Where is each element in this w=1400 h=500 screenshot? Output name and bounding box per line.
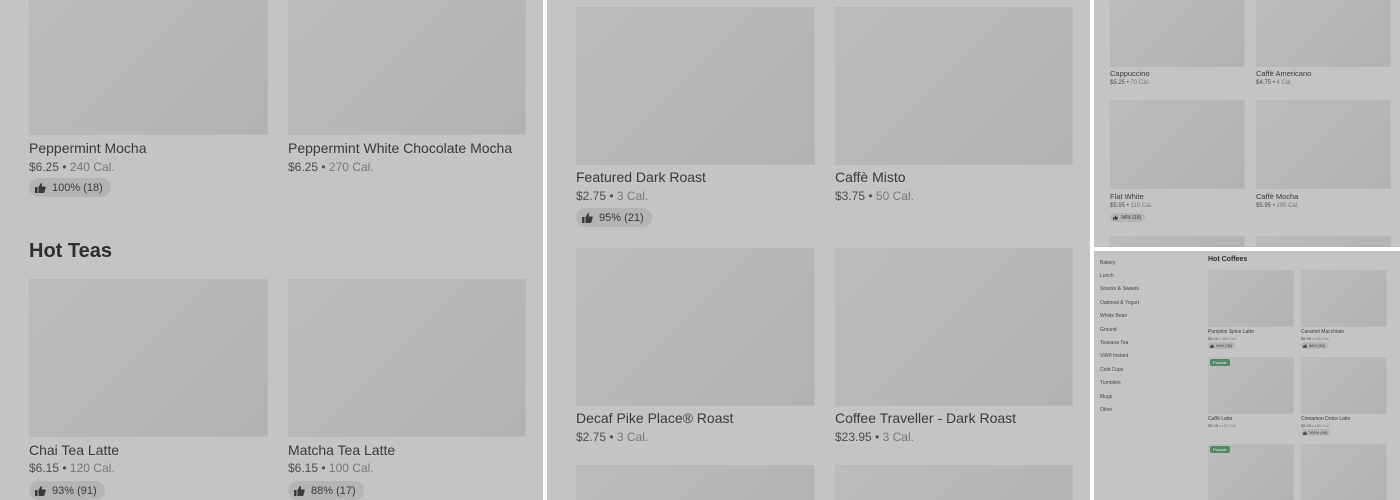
product-name: Caramel Macchiato [1301, 329, 1345, 335]
product-image [1110, 236, 1245, 247]
sidebar-item-tumblers[interactable]: Tumblers [1100, 380, 1121, 386]
sidebar-item-teavana[interactable]: Teavana Tea [1100, 340, 1128, 346]
product-meta: $5.95 • 190 Cal. [1301, 336, 1330, 341]
rating-badge: 93% (91) [29, 481, 105, 500]
product-meta: $3.75 • 50 Cal. [835, 189, 914, 203]
product-image [576, 465, 815, 500]
sidebar-item-snacks[interactable]: Snacks & Sweets [1100, 286, 1139, 292]
product-name: Caffè Latte [1208, 416, 1233, 422]
rating-badge: 95% (21) [576, 208, 652, 227]
product-image [1301, 270, 1387, 327]
menu-panel-hot-coffees: Bakery Lunch Snacks & Sweets Oatmeal & Y… [1094, 251, 1400, 500]
sidebar-item-whole-bean[interactable]: Whole Bean [1100, 313, 1127, 319]
product-image [1256, 236, 1391, 247]
product-image [29, 0, 268, 135]
sidebar-item-mugs[interactable]: Mugs [1100, 394, 1112, 400]
product-image [1110, 0, 1245, 67]
thumbs-up-icon [1303, 430, 1307, 435]
rating-badge: 98% (50) [1301, 342, 1329, 349]
product-meta: $5.25 • 150 Cal. [1208, 423, 1237, 428]
popular-badge: Popular [1210, 359, 1230, 366]
product-image [576, 7, 815, 165]
product-name: Cappuccino [1110, 69, 1150, 78]
product-meta: $4.75 • 4 Cal. [1256, 80, 1293, 86]
product-image [1301, 444, 1387, 500]
product-meta: $6.25 • 270 Cal. [288, 160, 374, 174]
product-meta: $6.25 • 180 Cal. [1301, 423, 1330, 428]
sidebar-item-oatmeal[interactable]: Oatmeal & Yogurt [1100, 300, 1139, 306]
product-image [288, 0, 526, 135]
product-image [1208, 270, 1294, 327]
product-image [1256, 100, 1391, 189]
sidebar-item-bakery[interactable]: Bakery [1100, 260, 1116, 266]
product-name: Flat White [1110, 192, 1144, 201]
thumbs-up-icon [1303, 343, 1307, 348]
rating-badge: 88% (17) [288, 481, 364, 500]
product-image [288, 279, 526, 437]
sidebar-item-via[interactable]: VIA® Instant [1100, 353, 1128, 359]
product-image [576, 248, 815, 406]
product-meta: $6.25 • 240 Cal. [29, 160, 115, 174]
rating-badge: 100% (46) [1301, 429, 1331, 436]
product-name: Chai Tea Latte [29, 442, 120, 458]
product-meta: $5.25 • 70 Cal. [1110, 80, 1150, 86]
menu-panel-espresso: Cappuccino $5.25 • 70 Cal. Caffè America… [1094, 0, 1400, 247]
sidebar-item-other[interactable]: Other [1100, 407, 1113, 413]
product-name: Peppermint Mocha [29, 140, 147, 156]
popular-badge: Popular [1210, 446, 1230, 453]
product-image [1301, 357, 1387, 414]
product-meta: $5.95 • 110 Cal. [1110, 203, 1153, 209]
thumbs-up-icon [35, 182, 46, 193]
product-image [1256, 0, 1391, 67]
sidebar-item-cold-cups[interactable]: Cold Cups [1100, 367, 1123, 373]
rating-badge: 94% (18) [1110, 213, 1146, 222]
thumbs-up-icon [582, 212, 593, 223]
thumbs-up-icon [1210, 343, 1214, 348]
product-name: Coffee Traveller - Dark Roast [835, 410, 1017, 426]
product-meta: $6.15 • 120 Cal. [29, 461, 115, 475]
product-name: Cinnamon Dolce Latte [1301, 416, 1351, 422]
product-meta: $2.75 • 3 Cal. [576, 430, 649, 444]
product-image [835, 7, 1073, 165]
menu-panel-teas: Peppermint Mocha $6.25 • 240 Cal. 100% (… [0, 0, 543, 500]
menu-panel-coffee: Featured Dark Roast $2.75 • 3 Cal. 95% (… [547, 0, 1090, 500]
product-name: Caffè Misto [835, 169, 906, 185]
product-name: Featured Dark Roast [576, 169, 706, 185]
sidebar-item-ground[interactable]: Ground [1100, 327, 1117, 333]
product-image [1110, 100, 1245, 189]
rating-badge: 94% (36) [1208, 342, 1236, 349]
product-name: Pumpkin Spice Latte [1208, 329, 1254, 335]
product-name: Caffè Americano [1256, 69, 1312, 78]
section-title: Hot Teas [29, 240, 112, 262]
rating-badge: 100% (18) [29, 178, 111, 197]
product-meta: $23.95 • 3 Cal. [835, 430, 914, 444]
product-name: Caffè Mocha [1256, 192, 1299, 201]
product-meta: $2.75 • 3 Cal. [576, 189, 649, 203]
thumbs-up-icon [35, 485, 46, 496]
product-meta: $6.15 • 100 Cal. [288, 461, 374, 475]
product-image [835, 465, 1073, 500]
thumbs-up-icon [1113, 215, 1118, 220]
product-image [29, 279, 268, 437]
product-meta: $5.95 • 200 Cal. [1256, 203, 1299, 209]
product-name: Matcha Tea Latte [288, 442, 396, 458]
sidebar-item-lunch[interactable]: Lunch [1100, 273, 1114, 279]
thumbs-up-icon [294, 485, 305, 496]
section-title: Hot Coffees [1208, 256, 1248, 263]
product-name: Peppermint White Chocolate Mocha [288, 140, 513, 156]
product-meta: $6.25 • 300 Cal. [1208, 336, 1237, 341]
product-name: Decaf Pike Place® Roast [576, 410, 734, 426]
product-image [835, 248, 1073, 406]
